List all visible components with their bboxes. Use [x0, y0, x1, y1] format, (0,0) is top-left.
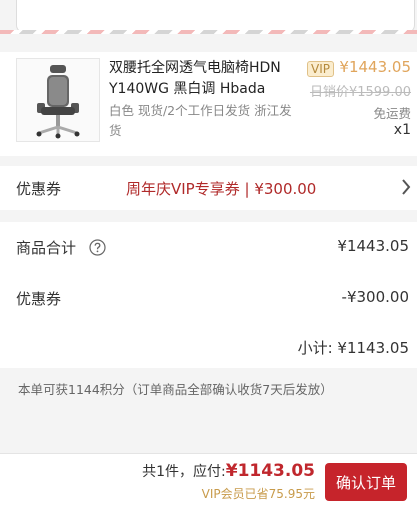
product-sku-info: 白色 现货/2个工作日发货 浙江发货: [109, 103, 292, 138]
subtotal-row: 小计: ¥1143.05: [16, 337, 409, 358]
help-icon[interactable]: [89, 239, 106, 260]
payment-summary: 共1件，应付:¥1143.05: [142, 461, 315, 481]
product-quantity: x1: [393, 122, 411, 138]
pay-amount: ¥1143.05: [225, 461, 315, 481]
confirm-order-button[interactable]: 确认订单: [325, 463, 407, 501]
coupon-label: 优惠券: [16, 180, 62, 198]
envelope-stripe-divider: [0, 30, 417, 34]
product-original-price: 日销价¥1599.00: [309, 85, 411, 100]
points-note: 本单可获1144积分（订单商品全部确认收货7天后发放）: [18, 382, 333, 397]
product-title[interactable]: 双腰托全网透气电脑椅HDN Y140WG 黑白调 Hbada: [109, 58, 299, 100]
discount-label: 优惠券: [16, 290, 62, 308]
subtotal-label: 小计:: [297, 339, 333, 357]
goods-total-label: 商品合计: [16, 239, 77, 257]
coupon-value: 周年庆VIP专享券 | ¥300.00: [126, 180, 317, 198]
coupon-row[interactable]: 优惠券 周年庆VIP专享券 | ¥300.00: [0, 166, 417, 210]
address-card-remnant: [0, 0, 417, 34]
goods-total-row: 商品合计 ¥1443.05: [16, 237, 409, 260]
discount-row: 优惠券 -¥300.00: [16, 288, 409, 309]
product-price: ¥1443.05: [339, 58, 411, 76]
discount-value: -¥300.00: [341, 288, 409, 306]
vip-savings-text: VIP会员已省75.95元: [201, 487, 315, 501]
shipping-info: 免运费: [373, 106, 411, 121]
product-card[interactable]: 双腰托全网透气电脑椅HDN Y140WG 黑白调 Hbada 白色 现货/2个工…: [0, 52, 417, 156]
totals-section: 商品合计 ¥1443.05 优惠券 -¥300.00 小计: ¥1143.05: [0, 222, 417, 368]
goods-total-value: ¥1443.05: [337, 237, 409, 255]
address-card[interactable]: [16, 0, 415, 33]
subtotal-value: ¥1143.05: [337, 339, 409, 357]
product-thumbnail[interactable]: [16, 58, 100, 142]
chevron-right-icon: [401, 178, 411, 200]
office-chair-icon: [36, 65, 80, 139]
item-count-text: 共1件，应付:: [142, 464, 226, 480]
vip-badge: VIP: [307, 61, 334, 77]
checkout-bar: 共1件，应付:¥1143.05 VIP会员已省75.95元 确认订单: [0, 453, 417, 511]
